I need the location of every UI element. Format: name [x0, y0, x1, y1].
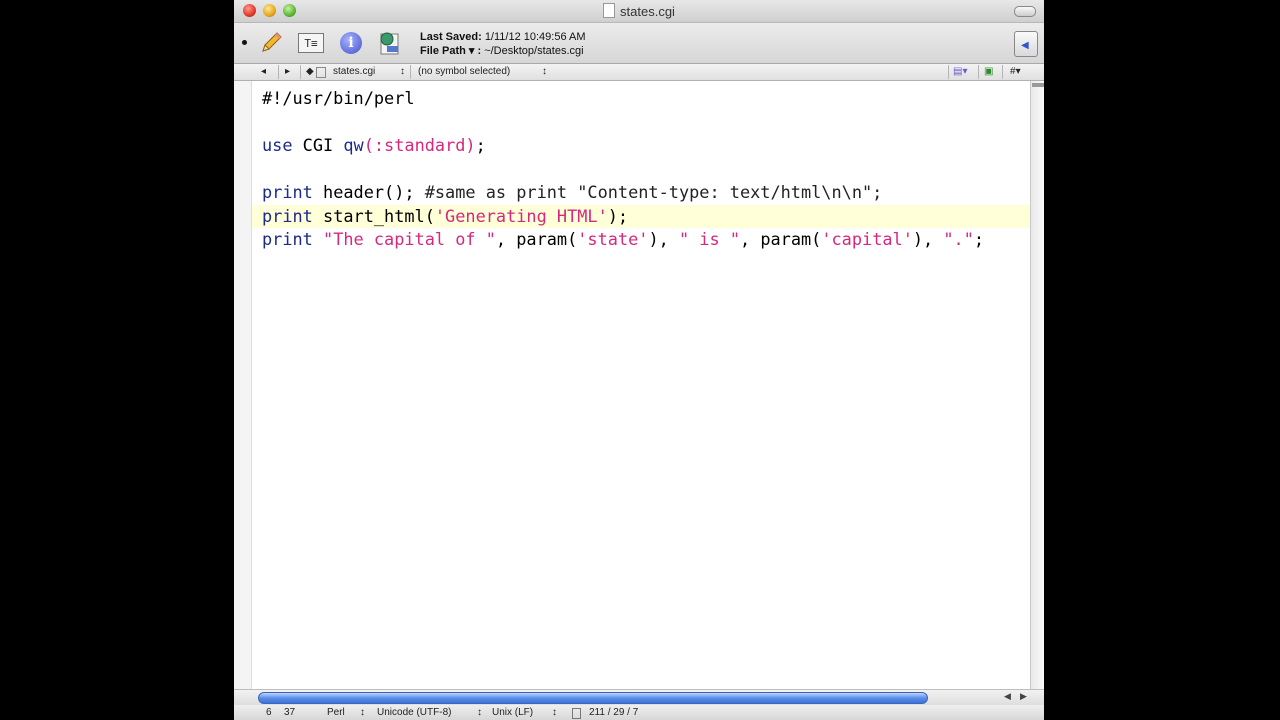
vertical-scrollbar[interactable] [1030, 81, 1044, 689]
encoding-chevron-icon: ↕ [477, 707, 482, 718]
toolbar-toggle-button[interactable] [1014, 6, 1036, 17]
split-icon[interactable]: ▣ [984, 66, 993, 77]
forward-arrow-icon[interactable]: ▸ [285, 66, 290, 77]
last-saved-label: Last Saved: [420, 31, 482, 43]
vertical-scroll-knob[interactable] [1032, 83, 1044, 87]
file-popup-icon[interactable]: ◆ [306, 66, 314, 77]
line-gutter [234, 81, 252, 689]
scroll-right-arrow-icon[interactable]: ▶ [1020, 691, 1027, 702]
code-text[interactable]: #!/usr/bin/perl use CGI qw(:standard); p… [262, 87, 984, 252]
status-bar: 6 37 Perl ↕ Unicode (UTF-8) ↕ Unix (LF) … [234, 705, 1044, 720]
code-editor[interactable]: #!/usr/bin/perl use CGI qw(:standard); p… [234, 81, 1030, 689]
unsaved-dot-icon [242, 40, 247, 45]
text-options-icon[interactable]: T≡ [298, 30, 324, 56]
document-stats-icon [572, 708, 581, 719]
hash-menu-icon[interactable]: #▾ [1010, 66, 1021, 77]
editor-window: states.cgi T≡ i Last Saved: 1/11/12 10:4… [234, 0, 1044, 720]
line-number[interactable]: 6 [266, 707, 272, 718]
code-line: print start_html('Generating HTML'); [262, 205, 629, 226]
horizontal-scrollbar[interactable]: ◀ ▶ [234, 689, 1044, 705]
column-number[interactable]: 37 [284, 707, 295, 718]
code-line: print header(); #same as print "Content-… [262, 182, 883, 202]
save-info: Last Saved: 1/11/12 10:49:56 AM File Pat… [420, 30, 586, 58]
document-counts: 211 / 29 / 7 [589, 707, 639, 718]
last-saved-value: 1/11/12 10:49:56 AM [484, 31, 586, 43]
markers-icon[interactable]: ▤▾ [953, 66, 967, 77]
navigation-bar: ◂ ▸ ◆ states.cgi ↕ (no symbol selected) … [234, 64, 1044, 81]
file-doc-icon [316, 67, 326, 78]
language-popup[interactable]: Perl [327, 707, 345, 718]
language-chevron-icon: ↕ [360, 707, 365, 718]
file-popup[interactable]: states.cgi [333, 66, 375, 77]
window-title: states.cgi [234, 3, 1044, 19]
scroll-left-arrow-icon[interactable]: ◀ [1004, 691, 1011, 702]
title-bar: states.cgi [234, 0, 1044, 23]
symbol-popup[interactable]: (no symbol selected) [418, 66, 510, 77]
file-popup-chevron-icon: ↕ [400, 66, 405, 77]
code-line: print "The capital of ", param('state'),… [262, 229, 985, 249]
horizontal-scroll-thumb[interactable] [258, 692, 928, 704]
file-path-value: ~/Desktop/states.cgi [484, 45, 584, 57]
sidebar-toggle-icon[interactable]: ◀ [1014, 31, 1038, 57]
pencil-icon[interactable] [258, 30, 284, 56]
toolbar: T≡ i Last Saved: 1/11/12 10:49:56 AM Fil… [234, 23, 1044, 64]
encoding-popup[interactable]: Unicode (UTF-8) [377, 707, 451, 718]
line-endings-chevron-icon: ↕ [552, 707, 557, 718]
code-line: #!/usr/bin/perl [262, 88, 415, 108]
script-icon[interactable] [376, 30, 402, 56]
window-title-text: states.cgi [620, 4, 675, 19]
code-line: use CGI qw(:standard); [262, 135, 486, 155]
back-arrow-icon[interactable]: ◂ [261, 66, 266, 77]
file-path-label[interactable]: File Path ▾ : [420, 45, 481, 57]
symbol-popup-chevron-icon: ↕ [542, 66, 547, 77]
info-icon[interactable]: i [338, 30, 364, 56]
document-icon [603, 3, 616, 18]
line-endings-popup[interactable]: Unix (LF) [492, 707, 533, 718]
